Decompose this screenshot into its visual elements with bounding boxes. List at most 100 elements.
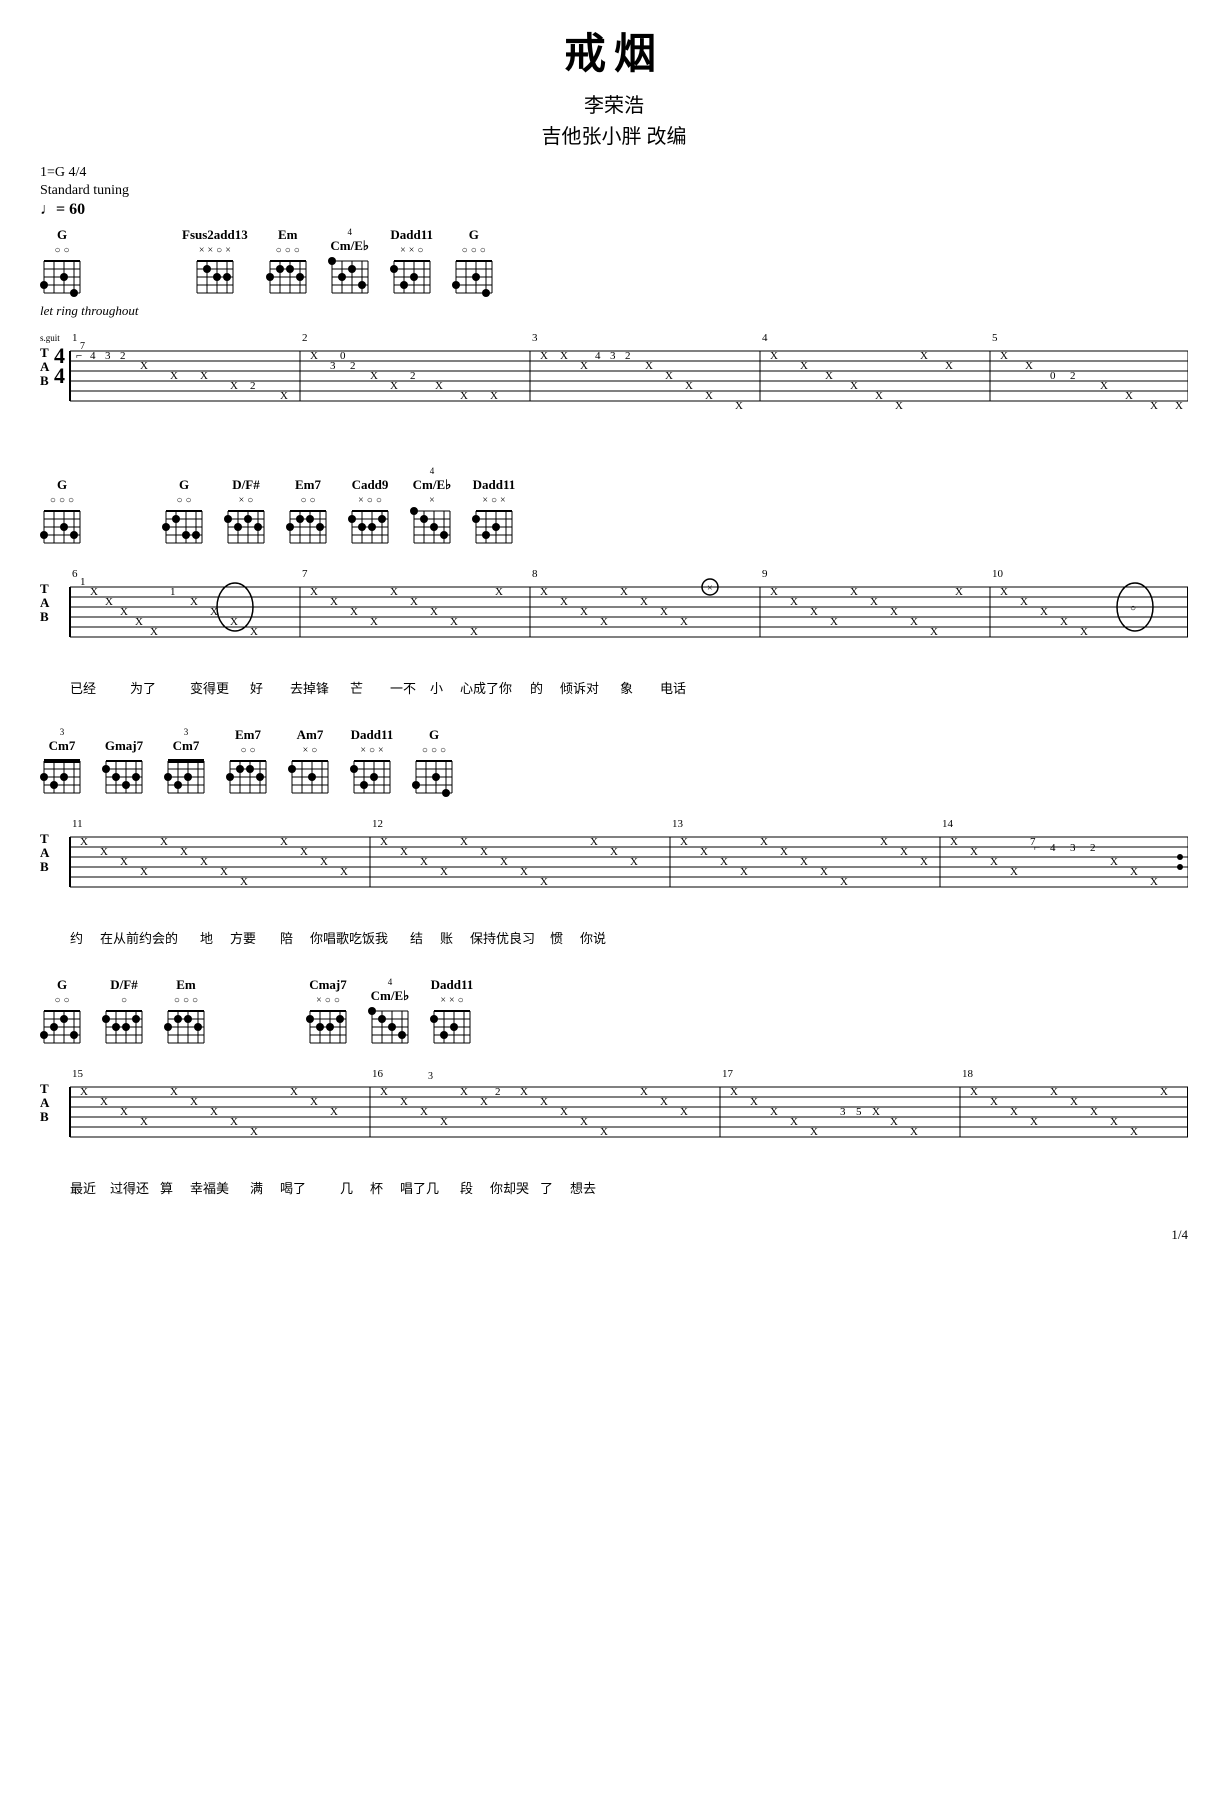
svg-text:X: X xyxy=(580,360,588,372)
svg-text:X: X xyxy=(140,1116,148,1128)
svg-text:X: X xyxy=(120,1106,128,1118)
svg-text:○: ○ xyxy=(1130,603,1136,614)
svg-text:X: X xyxy=(920,856,928,868)
svg-text:X: X xyxy=(100,846,108,858)
svg-text:X: X xyxy=(780,846,788,858)
svg-text:X: X xyxy=(875,390,883,402)
svg-text:X: X xyxy=(680,1106,688,1118)
svg-text:X: X xyxy=(1160,1086,1168,1098)
svg-text:X: X xyxy=(140,866,148,878)
svg-text:B: B xyxy=(40,859,49,874)
svg-text:2: 2 xyxy=(120,350,126,362)
svg-text:X: X xyxy=(105,596,113,608)
svg-text:⌐: ⌐ xyxy=(76,350,82,362)
svg-text:X: X xyxy=(420,856,428,868)
svg-text:×: × xyxy=(707,583,713,594)
chord-G-5: G ○○○ xyxy=(412,727,456,799)
tab-staff-3: T A B 11 12 13 14 X X X X X X X X X X X … xyxy=(40,803,1188,923)
svg-text:X: X xyxy=(370,616,378,628)
svg-text:X: X xyxy=(1080,626,1088,638)
svg-text:X: X xyxy=(1020,596,1028,608)
svg-text:X: X xyxy=(825,370,833,382)
svg-text:12: 12 xyxy=(372,818,383,830)
chord-Cm7-2: 3 Cm7 xyxy=(164,727,208,799)
svg-text:X: X xyxy=(890,606,898,618)
svg-text:X: X xyxy=(520,1086,528,1098)
chord-DFs-2: D/F# ○ xyxy=(102,977,146,1049)
svg-text:X: X xyxy=(190,596,198,608)
chord-row-1: G ○○ Fsus2add13 ××○× xyxy=(40,227,1188,299)
svg-text:14: 14 xyxy=(942,818,954,830)
svg-text:X: X xyxy=(830,616,838,628)
chord-G-6: G ○○ xyxy=(40,977,84,1049)
svg-text:X: X xyxy=(1125,390,1133,402)
svg-text:X: X xyxy=(370,370,378,382)
svg-text:X: X xyxy=(620,586,628,598)
svg-text:X: X xyxy=(630,856,638,868)
svg-text:X: X xyxy=(1130,866,1138,878)
tab-staff-2: T A B 6 7 8 9 10 1 X X X X X 1 X X X X xyxy=(40,553,1188,673)
svg-text:X: X xyxy=(290,1086,298,1098)
svg-text:17: 17 xyxy=(722,1068,734,1080)
svg-text:X: X xyxy=(470,626,478,638)
svg-text:T: T xyxy=(40,1081,49,1096)
svg-text:⌐: ⌐ xyxy=(1034,842,1040,854)
section-2: G ○○○ G ○○ xyxy=(40,466,1188,697)
svg-text:X: X xyxy=(420,1106,428,1118)
svg-text:X: X xyxy=(840,876,848,888)
svg-text:X: X xyxy=(680,616,688,628)
svg-text:4: 4 xyxy=(1050,842,1056,854)
svg-text:3: 3 xyxy=(330,360,336,372)
svg-text:X: X xyxy=(540,876,548,888)
svg-text:X: X xyxy=(460,390,468,402)
svg-text:X: X xyxy=(150,626,158,638)
svg-text:3: 3 xyxy=(1070,842,1076,854)
chord-Cm7-1: 3 Cm7 xyxy=(40,727,84,799)
chord-Dadd11-2: Dadd11 ×○× xyxy=(472,477,516,549)
svg-text:X: X xyxy=(230,1116,238,1128)
svg-text:X: X xyxy=(330,596,338,608)
svg-text:X: X xyxy=(740,866,748,878)
svg-text:7: 7 xyxy=(302,568,308,580)
svg-text:X: X xyxy=(920,350,928,362)
svg-text:X: X xyxy=(180,846,188,858)
svg-text:X: X xyxy=(770,350,778,362)
svg-text:2: 2 xyxy=(1090,842,1096,854)
svg-text:X: X xyxy=(460,836,468,848)
svg-text:X: X xyxy=(895,400,903,412)
svg-text:X: X xyxy=(640,1086,648,1098)
svg-text:X: X xyxy=(910,1126,918,1138)
svg-text:X: X xyxy=(480,1096,488,1108)
svg-text:X: X xyxy=(705,390,713,402)
svg-text:X: X xyxy=(870,596,878,608)
svg-text:X: X xyxy=(400,1096,408,1108)
svg-text:11: 11 xyxy=(72,818,83,830)
svg-text:X: X xyxy=(210,1106,218,1118)
svg-text:X: X xyxy=(460,1086,468,1098)
chord-row-4: G ○○ D/F# ○ xyxy=(40,977,1188,1049)
svg-text:X: X xyxy=(820,866,828,878)
svg-text:X: X xyxy=(390,380,398,392)
svg-text:X: X xyxy=(120,606,128,618)
svg-text:X: X xyxy=(380,1086,388,1098)
svg-text:A: A xyxy=(40,359,50,374)
svg-text:9: 9 xyxy=(762,568,768,580)
svg-text:3: 3 xyxy=(532,332,538,344)
svg-text:X: X xyxy=(340,866,348,878)
svg-text:T: T xyxy=(40,831,49,846)
svg-text:X: X xyxy=(955,586,963,598)
lyrics-row-3: 约 在从前约会的 地 方要 陪 你唱歌吃饭我 结 账 保持优良习 惯 你说 xyxy=(40,928,1188,947)
svg-text:X: X xyxy=(990,1096,998,1108)
svg-text:X: X xyxy=(1175,400,1183,412)
svg-text:4: 4 xyxy=(762,332,768,344)
svg-text:X: X xyxy=(560,350,568,362)
svg-text:X: X xyxy=(330,1106,338,1118)
svg-text:X: X xyxy=(970,846,978,858)
chord-Em7-2: Em7 ○○ xyxy=(226,727,270,799)
svg-text:X: X xyxy=(540,1096,548,1108)
svg-text:X: X xyxy=(1070,1096,1078,1108)
chord-row-3: 3 Cm7 Gmaj7 xyxy=(40,727,1188,799)
chord-Dadd11-4: Dadd11 ××○ xyxy=(430,977,474,1049)
chord-Fsus2add13: Fsus2add13 ××○× xyxy=(182,227,248,299)
svg-text:1: 1 xyxy=(80,576,86,588)
